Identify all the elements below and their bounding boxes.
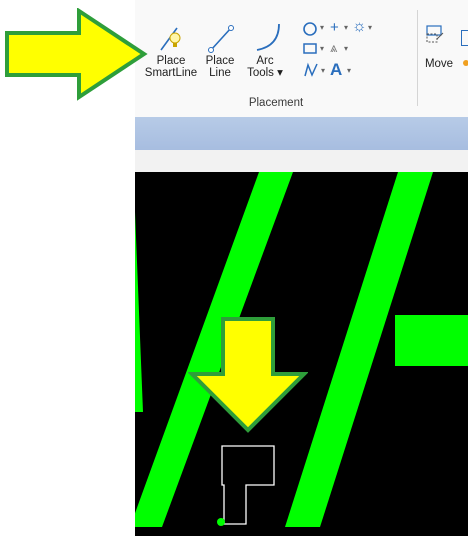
plus-dropdown-icon[interactable]: ▾ — [344, 23, 348, 32]
rectangle-dropdown-icon[interactable]: ▾ — [320, 44, 324, 53]
sun-dropdown-icon[interactable]: ▾ — [368, 23, 372, 32]
polyline-dropdown-icon[interactable]: ▾ — [321, 66, 325, 75]
arrow-right-annotation-icon — [5, 8, 148, 101]
place-line-button[interactable]: Place Line — [201, 20, 239, 90]
move-button[interactable]: Move — [422, 20, 462, 80]
rectangle-icon[interactable] — [302, 42, 318, 56]
ribbon-placement: Place SmartLine Place Line Arc Tools ▾ ▾… — [135, 0, 468, 118]
circle-icon[interactable] — [302, 21, 318, 37]
smartline-icon — [160, 27, 181, 51]
green-crossbar[interactable] — [395, 315, 468, 366]
partial-tool-icon[interactable] — [461, 30, 468, 46]
view-title-bar[interactable] — [135, 117, 468, 150]
text-dropdown-icon[interactable]: ▾ — [347, 66, 351, 75]
chevrons-dropdown-icon[interactable]: ▾ — [344, 44, 348, 53]
arc-tools-button[interactable]: Arc Tools ▾ — [243, 20, 287, 90]
partial-tool-dot — [463, 60, 468, 66]
plus-icon[interactable]: + — [330, 19, 339, 36]
arc-icon — [256, 23, 280, 51]
vertex-point[interactable] — [217, 518, 225, 526]
sun-icon[interactable]: ☼ — [352, 18, 367, 36]
place-smartline-label: Place SmartLine — [144, 55, 198, 79]
arrow-down-annotation-icon — [188, 317, 308, 433]
view-toolbar — [135, 150, 468, 172]
group-separator — [417, 10, 418, 106]
arc-tools-label: Arc Tools ▾ — [247, 55, 283, 79]
text-icon[interactable]: A — [330, 60, 342, 80]
move-label: Move — [424, 58, 454, 70]
chevrons-icon[interactable]: ⩓ — [330, 40, 337, 56]
place-line-label: Place Line — [205, 55, 235, 79]
place-smartline-button[interactable]: Place SmartLine — [143, 20, 199, 90]
polyline-icon[interactable] — [303, 62, 319, 78]
circle-dropdown-icon[interactable]: ▾ — [320, 23, 324, 32]
white-outline-shape[interactable] — [221, 445, 275, 525]
move-icon — [426, 25, 444, 43]
line-icon — [208, 25, 234, 53]
group-label-placement: Placement — [248, 97, 304, 109]
green-edge-left — [135, 212, 143, 412]
